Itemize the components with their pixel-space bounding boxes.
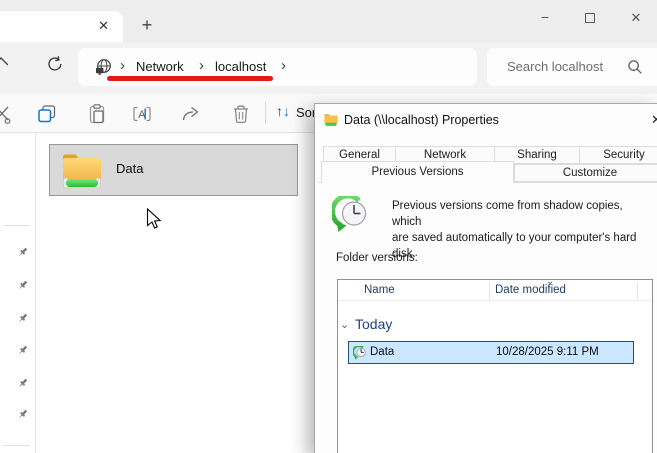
tab-security[interactable]: Security <box>579 146 657 164</box>
window-close-button[interactable]: ✕ <box>621 5 651 31</box>
column-separator <box>489 282 490 299</box>
maximize-icon <box>585 13 595 23</box>
screen: ✕ + − ✕ › Network › localhost › <box>0 0 657 453</box>
version-name: Data <box>370 346 394 358</box>
search-placeholder: Search localhost <box>507 59 603 74</box>
search-icon <box>627 59 643 75</box>
dialog-folder-icon <box>323 112 339 128</box>
version-clock-icon <box>353 346 367 360</box>
previous-versions-description: Previous versions come from shadow copie… <box>392 198 648 262</box>
network-share-folder-icon <box>59 148 105 194</box>
pin-icon[interactable] <box>16 344 29 357</box>
group-collapse-icon[interactable]: ⌄ <box>340 318 349 331</box>
cut-icon[interactable] <box>0 103 14 125</box>
sidebar-separator <box>3 225 30 226</box>
breadcrumb-network[interactable]: Network <box>136 59 184 74</box>
version-row-data[interactable]: Data 10/28/2025 9:11 PM <box>348 341 634 364</box>
dialog-title: Data (\\localhost) Properties <box>344 113 499 127</box>
description-line2: are saved automatically to your computer… <box>392 230 648 262</box>
minimize-icon: − <box>541 9 549 25</box>
tab-customize[interactable]: Customize <box>514 164 657 182</box>
minimize-button[interactable]: − <box>530 5 560 31</box>
address-bar-row: › Network › localhost › Search localhost <box>0 42 657 94</box>
dialog-titlebar: Data (\\localhost) Properties ✕ <box>315 104 657 136</box>
network-globe-icon <box>95 58 113 76</box>
sort-indicator-icon: ⌄ <box>546 276 554 287</box>
refresh-icon[interactable] <box>46 55 64 73</box>
column-header-name[interactable]: Name <box>364 284 395 296</box>
sort-icon[interactable]: ↑↓ <box>276 103 298 125</box>
dialog-close-button[interactable]: ✕ <box>651 112 657 128</box>
copy-icon[interactable] <box>36 103 58 125</box>
red-underline-annotation <box>107 76 273 81</box>
chevron-right-icon[interactable]: › <box>199 57 204 74</box>
column-separator <box>637 282 638 299</box>
navigation-pane <box>0 133 36 453</box>
sort-up-arrow: ↑ <box>276 103 283 119</box>
rename-icon[interactable]: A <box>132 103 154 125</box>
pin-icon[interactable] <box>16 279 29 292</box>
pin-icon[interactable] <box>16 246 29 259</box>
group-label: Today <box>355 316 392 332</box>
folder-versions-list: Name Date modified ⌄ ⌄ Today Data <box>337 279 653 453</box>
version-date-modified: 10/28/2025 9:11 PM <box>496 346 599 358</box>
breadcrumb-localhost[interactable]: localhost <box>215 59 266 74</box>
properties-dialog: Data (\\localhost) Properties ✕ General … <box>314 103 657 453</box>
close-icon: ✕ <box>631 10 642 25</box>
tab-close-icon[interactable]: ✕ <box>98 18 109 34</box>
folder-item-data[interactable]: Data <box>49 144 298 196</box>
explorer-tab[interactable]: ✕ <box>0 11 123 42</box>
delete-icon[interactable] <box>230 103 252 125</box>
sidebar-separator <box>3 445 30 446</box>
up-arrow-icon[interactable] <box>0 55 8 69</box>
chevron-right-icon[interactable]: › <box>281 57 286 74</box>
folder-versions-label: Folder versions: <box>336 252 418 264</box>
column-header-date-modified[interactable]: Date modified <box>495 284 566 296</box>
pin-icon[interactable] <box>16 408 29 421</box>
tab-previous-versions[interactable]: Previous Versions <box>321 161 514 183</box>
new-tab-button[interactable]: + <box>134 13 160 39</box>
previous-versions-clock-icon <box>332 196 370 234</box>
mouse-cursor <box>146 208 164 232</box>
paste-icon[interactable] <box>86 103 108 125</box>
pin-icon[interactable] <box>16 377 29 390</box>
pin-icon[interactable] <box>16 312 29 325</box>
share-icon[interactable] <box>180 103 202 125</box>
search-box[interactable]: Search localhost <box>487 48 657 86</box>
toolbar-separator <box>265 102 266 124</box>
description-line1: Previous versions come from shadow copie… <box>392 198 648 230</box>
list-header-row: Name Date modified ⌄ <box>338 280 652 301</box>
chevron-right-icon[interactable]: › <box>120 57 125 74</box>
folder-item-label: Data <box>116 161 143 176</box>
sort-down-arrow: ↓ <box>283 103 290 119</box>
window-tab-bar: ✕ + − ✕ <box>0 0 657 42</box>
maximize-button[interactable] <box>575 5 605 31</box>
